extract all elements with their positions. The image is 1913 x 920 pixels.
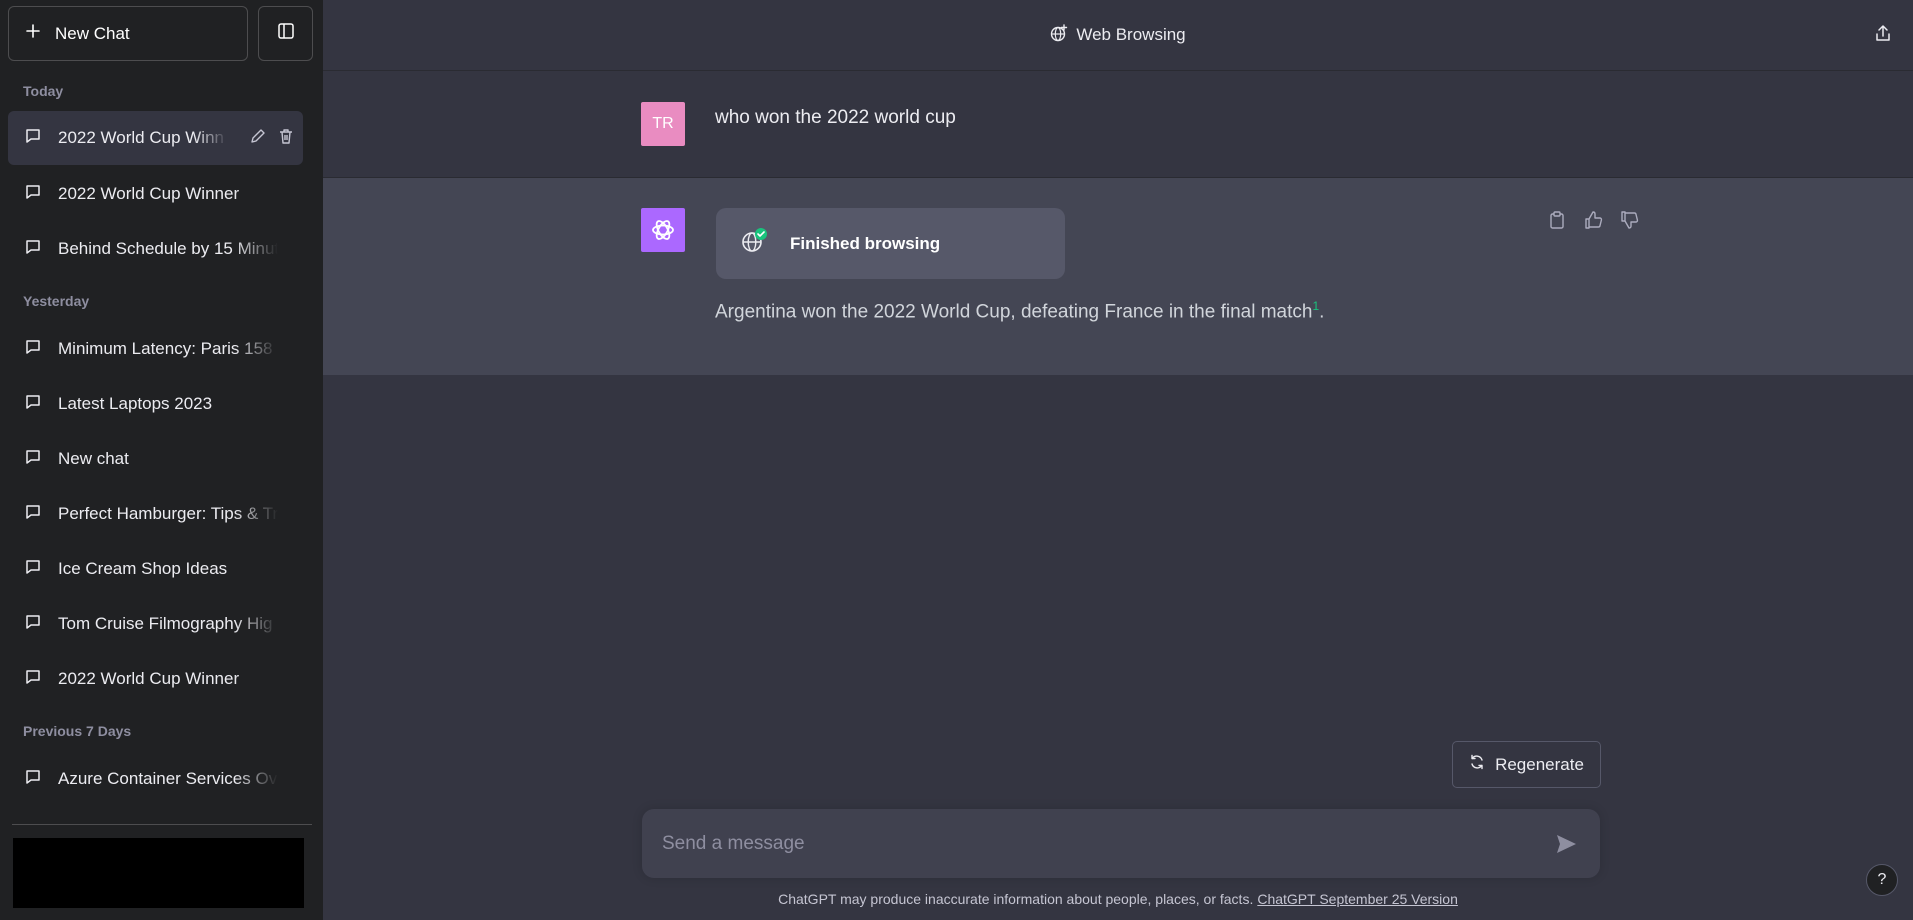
sidebar-chat-item[interactable]: Azure Container Services Ov <box>8 752 303 806</box>
edit-icon[interactable] <box>249 127 267 150</box>
thumbs-up-icon[interactable] <box>1583 210 1603 235</box>
assistant-message-row: Finished browsing Argentina won the 2022… <box>323 178 1913 375</box>
copy-icon[interactable] <box>1547 210 1567 235</box>
user-avatar: TR <box>641 102 685 146</box>
chat-item-label: 2022 World Cup Winner <box>58 669 240 688</box>
user-message-text: who won the 2022 world cup <box>715 107 956 128</box>
assistant-message-end: . <box>1319 301 1325 323</box>
chat-item-label: Perfect Hamburger: Tips & Tr <box>58 504 278 523</box>
help-button[interactable]: ? <box>1866 864 1898 896</box>
assistant-message-body: Argentina won the 2022 World Cup, defeat… <box>715 301 1313 323</box>
assistant-message-text: Argentina won the 2022 World Cup, defeat… <box>715 299 1324 323</box>
version-link[interactable]: ChatGPT September 25 Version <box>1257 891 1458 907</box>
chat-bubble-icon <box>24 613 42 636</box>
chat-bubble-icon <box>24 448 42 471</box>
sidebar-chat-item[interactable]: Ice Cream Shop Ideas <box>8 542 303 596</box>
chat-bubble-icon <box>24 768 42 791</box>
user-message-row: TR who won the 2022 world cup <box>323 71 1913 178</box>
globe-check-icon <box>740 227 768 260</box>
chat-item-label: 2022 World Cup Winner <box>58 184 240 203</box>
model-title: Web Browsing <box>1076 25 1186 44</box>
conversation-header: Web Browsing <box>323 0 1913 71</box>
sidebar-toggle-icon <box>277 22 295 45</box>
section-label-previous-7-days: Previous 7 Days <box>23 723 132 739</box>
message-actions <box>1547 210 1639 235</box>
regenerate-label: Regenerate <box>1495 754 1584 774</box>
sidebar-chat-item[interactable]: 2022 World Cup Winner <box>8 167 303 221</box>
web-browsing-icon <box>1050 23 1068 47</box>
sidebar-toggle-button[interactable] <box>258 6 313 61</box>
sidebar: New Chat Today 2022 World Cup Winn 2022 … <box>0 0 323 920</box>
chat-item-label: Latest Laptops 2023 <box>58 394 213 413</box>
section-label-today: Today <box>23 83 64 99</box>
browsing-status-text: Finished browsing <box>790 233 941 253</box>
sidebar-chat-item[interactable]: 2022 World Cup Winner <box>8 652 303 706</box>
sidebar-chat-item[interactable]: Minimum Latency: Paris 158 <box>8 322 303 376</box>
sidebar-chat-item[interactable]: New chat <box>8 432 303 486</box>
send-icon[interactable] <box>1554 832 1578 861</box>
chat-item-label: Ice Cream Shop Ideas <box>58 559 228 578</box>
sidebar-chat-item[interactable]: Latest Laptops 2023 <box>8 377 303 431</box>
sidebar-chat-item[interactable]: Tom Cruise Filmography Hig <box>8 597 303 651</box>
chat-bubble-icon <box>24 558 42 581</box>
chat-bubble-icon <box>24 393 42 416</box>
chat-bubble-icon <box>24 668 42 691</box>
chat-bubble-icon <box>24 338 42 361</box>
message-composer <box>642 809 1600 878</box>
regenerate-button[interactable]: Regenerate <box>1452 741 1601 788</box>
chat-bubble-icon <box>24 503 42 526</box>
sidebar-chat-item[interactable]: 2022 World Cup Winn <box>8 111 303 165</box>
user-account-box[interactable] <box>13 838 304 908</box>
chat-item-label: Minimum Latency: Paris 158 <box>58 339 273 358</box>
openai-logo-icon <box>641 208 685 252</box>
sidebar-chat-item[interactable]: Perfect Hamburger: Tips & Tr <box>8 487 303 541</box>
chat-item-label: Tom Cruise Filmography Hig <box>58 614 273 633</box>
trash-icon[interactable] <box>277 127 295 150</box>
new-chat-label: New Chat <box>55 23 130 43</box>
new-chat-button[interactable]: New Chat <box>8 6 248 61</box>
message-input[interactable] <box>662 832 1542 855</box>
chat-bubble-icon <box>24 127 42 150</box>
chat-item-label: Azure Container Services Ov <box>58 769 278 788</box>
section-label-yesterday: Yesterday <box>23 293 90 309</box>
sidebar-chat-item[interactable]: Behind Schedule by 15 Minut <box>8 222 303 276</box>
refresh-icon <box>1469 754 1485 775</box>
chat-bubble-icon <box>24 183 42 206</box>
disclaimer-text: ChatGPT may produce inaccurate informati… <box>778 891 1254 907</box>
sidebar-divider <box>12 824 312 825</box>
disclaimer: ChatGPT may produce inaccurate informati… <box>323 891 1913 907</box>
chat-bubble-icon <box>24 238 42 261</box>
chat-item-label: Behind Schedule by 15 Minut <box>58 239 278 258</box>
thumbs-down-icon[interactable] <box>1619 210 1639 235</box>
share-icon[interactable] <box>1873 23 1893 48</box>
chat-item-label: New chat <box>58 449 129 468</box>
browsing-status-panel[interactable]: Finished browsing <box>716 208 1065 279</box>
plus-icon <box>25 23 41 44</box>
chat-item-label: 2022 World Cup Winn <box>58 128 224 147</box>
